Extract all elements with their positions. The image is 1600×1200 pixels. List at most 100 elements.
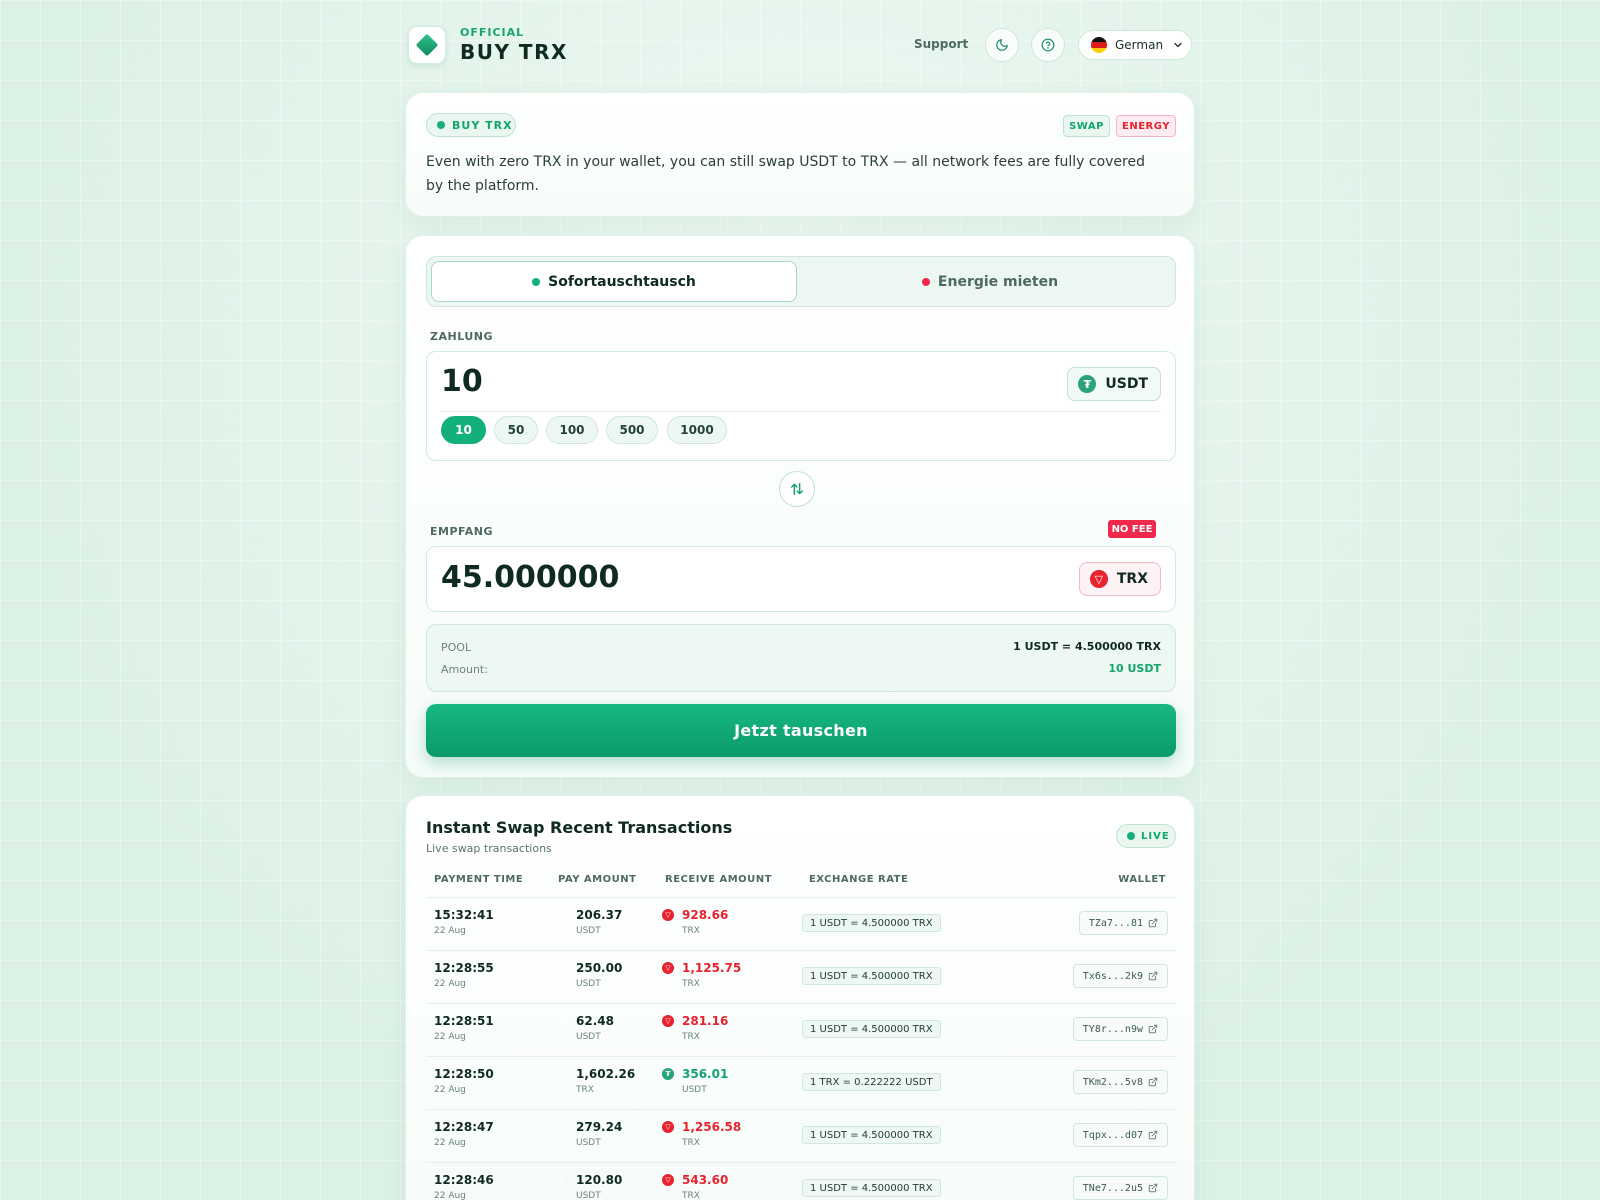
external-link-icon (1148, 971, 1158, 981)
theme-toggle-button[interactable] (985, 28, 1019, 62)
swap-direction-button[interactable] (779, 471, 815, 507)
pay-label: ZAHLUNG (430, 330, 493, 343)
table-row: 12:28:47 22 Aug ₮ 279.24 USDT ▽ 1,256.58 TRX 1 U… (426, 1109, 1176, 1161)
wallet-address: Tqpx...d07 (1082, 1129, 1143, 1141)
tab-instant-label: Sofortauschtausch (548, 273, 696, 290)
language-selector[interactable]: German (1078, 30, 1192, 60)
pay-amount: 279.24 (576, 1120, 623, 1134)
swap-card: Sofortauschtausch Energie mieten ZAHLUNG… (405, 235, 1195, 778)
buy-trx-badge: BUY TRX (426, 113, 516, 137)
usdt-icon: ₮ (559, 964, 565, 972)
usdt-icon: ₮ (559, 1017, 565, 1025)
receive-token-label: TRX (1116, 571, 1148, 587)
trx-icon: ▽ (662, 1121, 674, 1133)
payment-time: 12:28:51 (434, 1014, 494, 1028)
exchange-rate: 1 TRX = 0.222222 USDT (802, 1073, 941, 1091)
info-card: BUY TRX SWAP ENERGY Even with zero TRX i… (405, 92, 1195, 217)
exchange-rate: 1 USDT = 4.500000 TRX (802, 1020, 941, 1038)
pay-amount: 62.48 (576, 1014, 614, 1028)
pay-token-label: USDT (1105, 376, 1148, 392)
receive-amount: 928.66 (682, 908, 729, 922)
external-link-icon (1148, 1130, 1158, 1140)
transactions-subtitle: Live swap transactions (426, 842, 552, 855)
table-row: 15:32:41 22 Aug ₮ 206.37 USDT ▽ 928.66 TRX 1 USD… (426, 897, 1176, 949)
wallet-address: TKm2...5v8 (1082, 1076, 1143, 1088)
wallet-link[interactable]: TNe7...2u5 (1072, 1176, 1168, 1200)
receive-amount: 281.16 (682, 1014, 729, 1028)
amount-value: 10 USDT (1108, 662, 1161, 675)
tab-energy-label: Energie mieten (937, 273, 1059, 290)
logo[interactable] (408, 26, 446, 64)
live-label: LIVE (1141, 830, 1170, 842)
table-row: 12:28:55 22 Aug ₮ 250.00 USDT ▽ 1,125.75 TRX 1 U… (426, 950, 1176, 1002)
divider (441, 411, 1161, 412)
receive-amount: 45.000000 (441, 560, 620, 595)
pay-token-selector[interactable]: ₮ USDT (1067, 367, 1161, 401)
amount-label: Amount: (441, 663, 488, 676)
payment-date: 22 Aug (434, 1085, 466, 1095)
wallet-link[interactable]: Tqpx...d07 (1072, 1123, 1168, 1147)
swap-tag: SWAP (1063, 115, 1110, 137)
transactions-title: Instant Swap Recent Transactions (426, 818, 733, 837)
wallet-link[interactable]: Tx6s...2k9 (1072, 964, 1168, 988)
tab-energy-rental[interactable]: Energie mieten (807, 261, 1173, 302)
pay-unit: TRX (576, 1085, 594, 1095)
usdt-icon: ₮ (1078, 375, 1097, 393)
brand-tagline: OFFICIAL (460, 26, 525, 39)
payment-date: 22 Aug (434, 1138, 466, 1148)
brand-name: BUY TRX (460, 40, 568, 64)
pay-amount-input[interactable]: 10 (441, 364, 483, 399)
quick-amount-100[interactable]: 100 (546, 416, 598, 444)
swap-now-button[interactable]: Jetzt tauschen (426, 704, 1176, 757)
pay-field: 10 ₮ USDT 10 50 100 500 1000 (426, 351, 1176, 461)
table-row: 12:28:46 22 Aug ₮ 120.80 USDT ▽ 543.60 TRX 1 USD… (426, 1162, 1176, 1200)
quick-amount-500[interactable]: 500 (606, 416, 658, 444)
tab-instant-swap[interactable]: Sofortauschtausch (431, 261, 797, 302)
receive-unit: TRX (682, 1032, 700, 1042)
wallet-link[interactable]: TY8r...n9w (1072, 1017, 1168, 1041)
quick-amount-1000[interactable]: 1000 (667, 416, 727, 444)
pay-amount: 206.37 (576, 908, 623, 922)
wallet-address: Tx6s...2k9 (1082, 970, 1143, 982)
pay-unit: USDT (576, 926, 601, 936)
quick-amount-50[interactable]: 50 (494, 416, 538, 444)
payment-time: 12:28:55 (434, 961, 494, 975)
german-flag-icon (1091, 37, 1107, 53)
transactions-card: Instant Swap Recent Transactions Live sw… (405, 795, 1195, 1200)
quick-amount-10[interactable]: 10 (441, 416, 486, 444)
receive-amount: 1,256.58 (682, 1120, 742, 1134)
exchange-rate: 1 USDT = 4.500000 TRX (802, 914, 941, 932)
diamond-logo-icon (415, 33, 439, 57)
exchange-rate: 1 USDT = 4.500000 TRX (802, 967, 941, 985)
chevron-down-icon (1174, 42, 1182, 48)
green-dot-icon (532, 277, 541, 286)
receive-amount: 1,125.75 (682, 961, 742, 975)
receive-unit: USDT (682, 1085, 707, 1095)
external-link-icon (1148, 1183, 1158, 1193)
external-link-icon (1148, 918, 1158, 928)
payment-date: 22 Aug (434, 1191, 466, 1200)
pay-unit: USDT (576, 1138, 601, 1148)
header-wallet: WALLET (1118, 874, 1166, 885)
exchange-rate: 1 USDT = 4.500000 TRX (802, 1126, 941, 1144)
receive-field: 45.000000 ▽ TRX (426, 546, 1176, 612)
info-description: Even with zero TRX in your wallet, you c… (426, 154, 1145, 194)
usdt-icon: ₮ (559, 1123, 565, 1131)
status-dot (437, 121, 445, 129)
payment-date: 22 Aug (434, 1032, 466, 1042)
language-label: German (1115, 38, 1164, 52)
help-button[interactable] (1031, 28, 1065, 62)
wallet-link[interactable]: TKm2...5v8 (1072, 1070, 1168, 1094)
wallet-link[interactable]: TZa7...81 (1078, 911, 1168, 935)
payment-date: 22 Aug (434, 979, 466, 989)
energy-tag: ENERGY (1116, 115, 1176, 137)
support-link[interactable]: Support (914, 37, 968, 51)
receive-unit: TRX (682, 1191, 700, 1200)
receive-token-selector[interactable]: ▽ TRX (1078, 562, 1161, 596)
exchange-rate: 1 USDT = 4.500000 TRX (802, 1179, 941, 1197)
receive-amount: 543.60 (682, 1173, 729, 1187)
header-receive-amount: RECEIVE AMOUNT (665, 874, 772, 885)
pay-amount: 1,602.26 (576, 1067, 636, 1081)
wallet-address: TY8r...n9w (1082, 1023, 1143, 1035)
moon-icon (996, 39, 1008, 51)
